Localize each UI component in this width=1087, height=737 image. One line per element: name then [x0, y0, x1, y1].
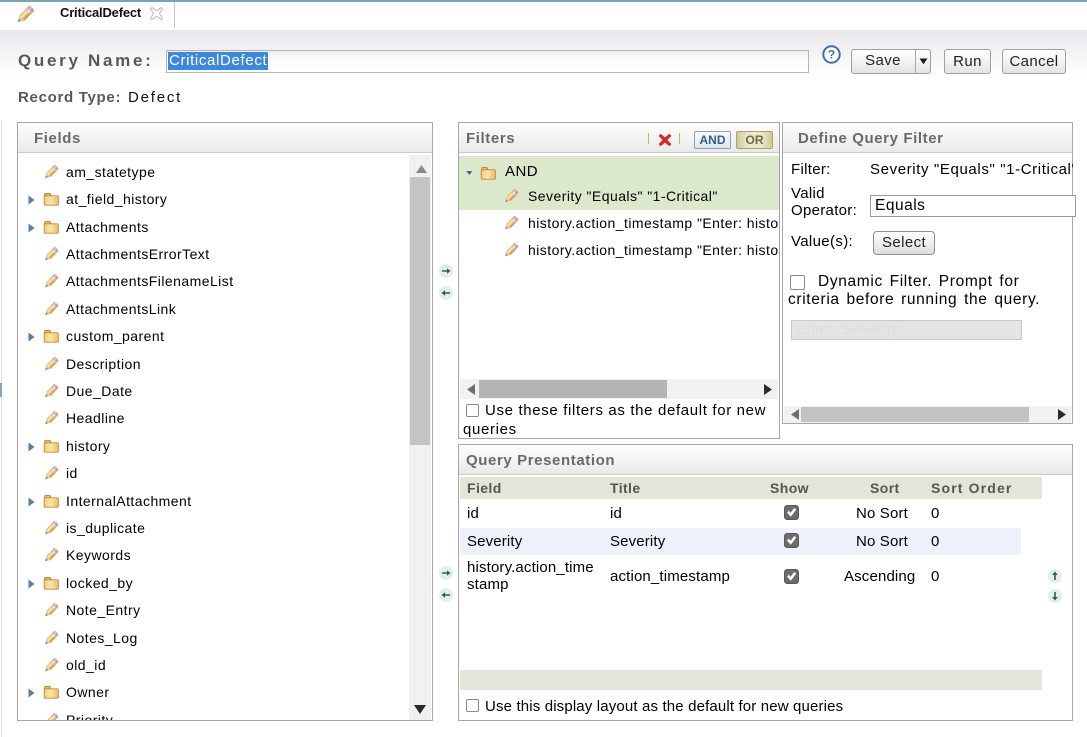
svg-text:?: ? [828, 48, 835, 62]
